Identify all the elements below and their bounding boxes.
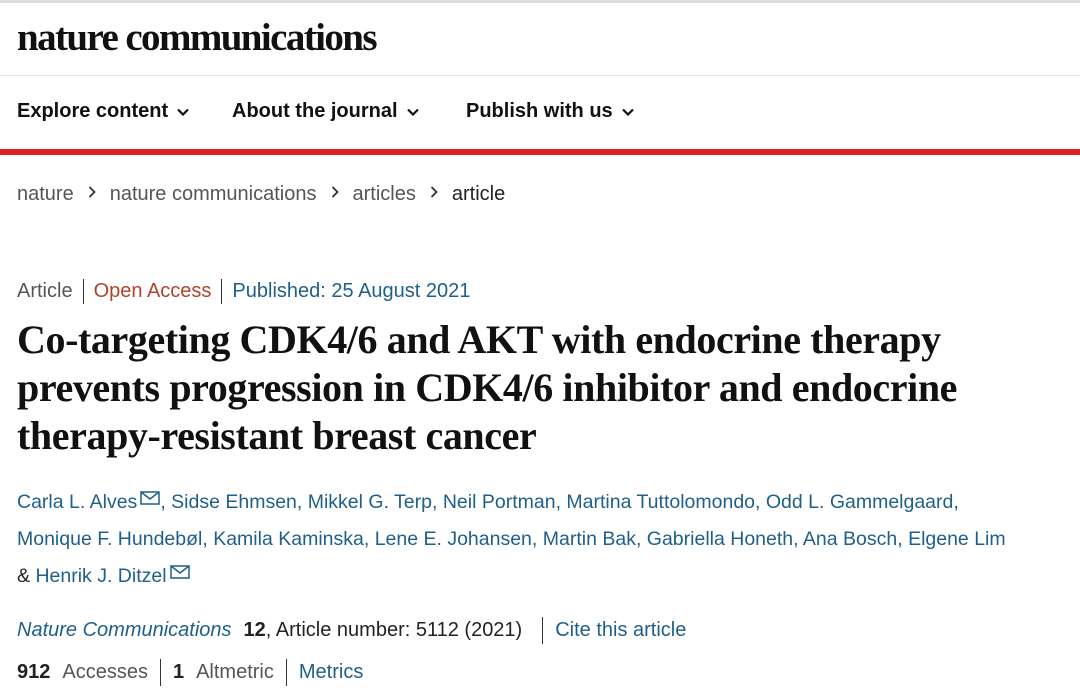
author-separator: , xyxy=(793,528,799,550)
author-link[interactable]: Mikkel G. Terp xyxy=(308,491,432,513)
citation-line: Nature Communications 12 , Article numbe… xyxy=(17,617,686,644)
nav-accent-bar xyxy=(0,149,1080,155)
article-number: , Article number: 5112 (2021) xyxy=(265,619,523,641)
breadcrumb-nature-communications[interactable]: nature communications xyxy=(110,183,317,206)
chevron-down-icon xyxy=(406,108,419,116)
altmetric-label: Altmetric xyxy=(196,661,274,683)
nav-about-journal[interactable]: About the journal xyxy=(232,100,419,123)
author-separator: , xyxy=(363,528,370,550)
author-separator: , xyxy=(160,491,166,513)
author-link[interactable]: Odd L. Gammelgaard xyxy=(766,491,954,513)
divider xyxy=(221,279,223,304)
divider xyxy=(285,659,287,686)
chevron-down-icon xyxy=(621,108,634,116)
breadcrumb-articles[interactable]: articles xyxy=(353,183,416,206)
breadcrumb-current: article xyxy=(451,183,506,205)
author-separator: , xyxy=(755,491,761,513)
author-link[interactable]: Henrik J. Ditzel xyxy=(35,565,166,587)
author-separator: , xyxy=(897,528,903,550)
author-separator: , xyxy=(296,491,303,513)
article-metrics: 912 Accesses 1 Altmetric Metrics xyxy=(17,659,363,686)
chevron-down-icon xyxy=(177,108,189,116)
accesses-count: 912 xyxy=(17,661,51,683)
mail-icon[interactable] xyxy=(169,565,190,579)
altmetric-count: 1 xyxy=(172,661,185,683)
divider xyxy=(542,617,544,644)
author-link[interactable]: Sidse Ehmsen xyxy=(171,491,297,513)
author-separator: , xyxy=(953,491,959,513)
article-meta: Article Open Access Published: 25 August… xyxy=(17,279,470,304)
author-separator: , xyxy=(432,491,438,513)
divider xyxy=(82,279,84,304)
nav-explore-content[interactable]: Explore content xyxy=(17,100,189,123)
cite-this-article-link[interactable]: Cite this article xyxy=(555,619,686,642)
author-link[interactable]: Martina Tuttolomondo xyxy=(566,491,755,513)
author-link[interactable]: Lene E. Johansen xyxy=(375,528,532,550)
article-type: Article xyxy=(17,280,73,302)
chevron-right-icon xyxy=(331,185,339,198)
main-nav: Explore content About the journal Publis… xyxy=(0,76,1080,149)
metrics-link[interactable]: Metrics xyxy=(299,661,363,684)
journal-name-link[interactable]: Nature Communications xyxy=(17,619,232,642)
nav-about-journal-label: About the journal xyxy=(232,100,398,122)
site-header: nature communications xyxy=(0,3,1080,76)
journal-logo[interactable]: nature communications xyxy=(17,15,378,60)
nav-publish-with-us-label: Publish with us xyxy=(466,100,613,122)
accesses-label: Accesses xyxy=(62,661,148,683)
author-separator: , xyxy=(635,528,642,550)
author-separator: , xyxy=(202,528,208,550)
author-link[interactable]: Monique F. Hundebøl xyxy=(17,528,202,550)
volume-number: 12 xyxy=(243,619,266,641)
chevron-right-icon xyxy=(88,185,96,198)
author-list: Carla L. Alves, Sidse Ehmsen, Mikkel G. … xyxy=(17,484,1017,595)
published-date: Published: 25 August 2021 xyxy=(232,280,471,302)
author-and: & xyxy=(17,565,31,587)
chevron-right-icon xyxy=(430,185,438,198)
nav-publish-with-us[interactable]: Publish with us xyxy=(466,100,634,123)
author-link[interactable]: Neil Portman xyxy=(443,491,556,513)
author-link[interactable]: Gabriella Honeth xyxy=(647,528,793,550)
author-link[interactable]: Martin Bak xyxy=(543,528,636,550)
author-separator: , xyxy=(555,491,561,513)
author-link[interactable]: Ana Bosch xyxy=(803,528,897,550)
breadcrumb-nature[interactable]: nature xyxy=(17,183,74,206)
breadcrumb: nature nature communications articles ar… xyxy=(17,183,505,206)
open-access-badge: Open Access xyxy=(93,280,212,302)
author-link[interactable]: Elgene Lim xyxy=(908,528,1006,550)
mail-icon[interactable] xyxy=(140,491,161,505)
nav-explore-content-label: Explore content xyxy=(17,100,169,122)
author-link[interactable]: Kamila Kaminska xyxy=(213,528,364,550)
author-link[interactable]: Carla L. Alves xyxy=(17,491,137,513)
author-separator: , xyxy=(531,528,538,550)
article-title: Co-targeting CDK4/6 and AKT with endocri… xyxy=(17,317,958,458)
divider xyxy=(159,659,161,686)
